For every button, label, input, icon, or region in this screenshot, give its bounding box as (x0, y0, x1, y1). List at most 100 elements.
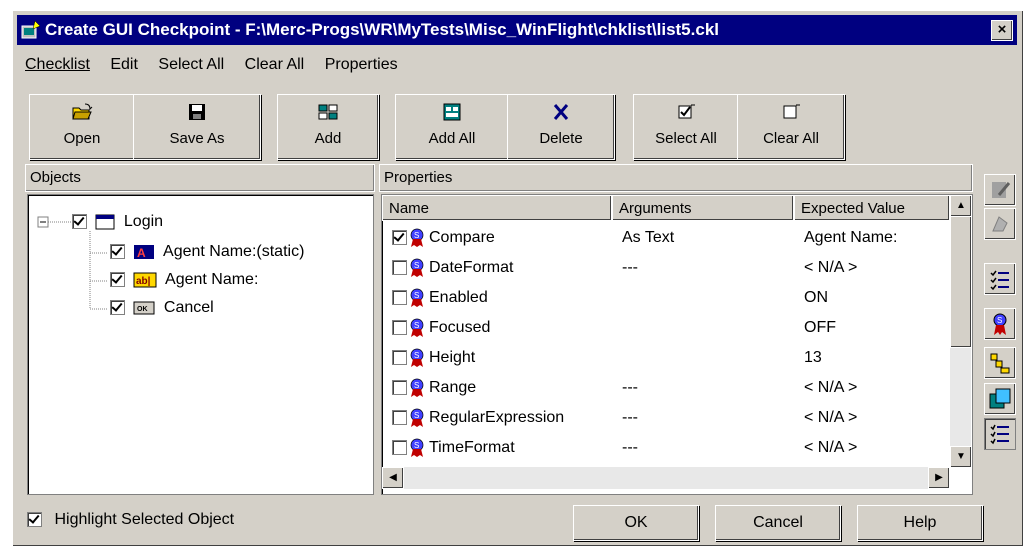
table-row[interactable]: S Enabled ON (382, 283, 950, 313)
menu-select-all[interactable]: Select All (158, 56, 224, 73)
table-row[interactable]: S RegularExpression --- < N/A > (382, 403, 950, 433)
property-icon: S (410, 438, 424, 457)
tree-node-login[interactable]: Login (72, 211, 163, 233)
unchecked-box-icon (783, 104, 800, 119)
property-checkbox[interactable] (392, 230, 407, 246)
property-arguments: --- (622, 409, 638, 426)
column-expected-value[interactable]: Expected Value (794, 195, 950, 221)
property-checkbox[interactable] (392, 290, 407, 306)
property-checkbox[interactable] (392, 410, 407, 426)
name-cell: S RegularExpression (392, 403, 614, 433)
property-name: Focused (429, 319, 491, 336)
show-standard-properties-button[interactable]: S (984, 308, 1016, 340)
floppy-disk-icon (189, 104, 205, 120)
table-row[interactable]: S Height 13 (382, 343, 950, 373)
show-user-properties-icon (989, 388, 1011, 409)
scroll-down-button[interactable]: ▼ (950, 446, 972, 468)
close-button[interactable]: × (991, 20, 1013, 41)
svg-text:OK: OK (137, 306, 148, 313)
objects-tree[interactable]: Login A Agent Name:(static) ab| Agent Na… (27, 194, 374, 495)
open-button[interactable]: Open (29, 94, 135, 160)
property-name: RegularExpression (429, 409, 565, 426)
show-nonstandard-properties-button[interactable] (984, 347, 1016, 379)
table-row[interactable]: S Compare As Text Agent Name: (382, 223, 950, 253)
add-label: Add (314, 130, 342, 147)
app-icon (21, 20, 41, 39)
show-user-properties-button[interactable] (984, 383, 1016, 415)
vertical-scroll-thumb[interactable] (950, 216, 972, 348)
push-button-icon: OK (133, 301, 155, 315)
delete-button[interactable]: Delete (507, 94, 615, 160)
table-row[interactable]: S Focused OFF (382, 313, 950, 343)
table-row[interactable]: S Range --- < N/A > (382, 373, 950, 403)
cancel-checkbox[interactable] (110, 300, 125, 316)
horizontal-scrollbar[interactable]: ◀ ▶ (382, 467, 950, 489)
agent-name-checkbox[interactable] (110, 272, 125, 288)
property-checkbox[interactable] (392, 380, 407, 396)
add-all-label: Add All (428, 130, 476, 147)
properties-table[interactable]: Name Arguments Expected Value S Compare As… (381, 194, 973, 495)
svg-text:S: S (414, 411, 419, 420)
edit-field-icon: ab| (133, 272, 157, 288)
login-label: Login (123, 213, 164, 230)
show-standard-properties-icon: S (993, 313, 1007, 335)
help-button[interactable]: Help (857, 505, 983, 541)
edit-arguments-button[interactable] (984, 208, 1016, 240)
select-all-label: Select All (655, 130, 717, 147)
vertical-scrollbar[interactable]: ▲ ▼ (950, 195, 972, 468)
show-selected-properties-button[interactable] (984, 263, 1016, 295)
tree-node-agent-name[interactable]: ab| Agent Name: (110, 269, 258, 291)
menu-clear-all[interactable]: Clear All (245, 56, 305, 73)
property-expected-value: < N/A > (804, 259, 858, 276)
create-gui-checkpoint-dialog: Create GUI Checkpoint - F:\Merc-Progs\WR… (12, 10, 1024, 547)
add-all-button[interactable]: Add All (395, 94, 509, 160)
add-all-objects-icon (443, 103, 461, 121)
tree-node-cancel[interactable]: OK Cancel (110, 297, 214, 319)
highlight-checkbox[interactable] (27, 512, 42, 528)
save-as-button[interactable]: Save As (133, 94, 261, 160)
property-icon: S (410, 378, 424, 397)
menu-checklist[interactable]: Checklist (25, 56, 90, 73)
agent-name-static-checkbox[interactable] (110, 244, 125, 260)
clear-all-button[interactable]: Clear All (737, 94, 845, 160)
property-name: DateFormat (429, 259, 514, 276)
property-name: Compare (429, 229, 495, 246)
menu-bar: Checklist Edit Select All Clear All Prop… (25, 56, 414, 80)
column-arguments[interactable]: Arguments (612, 195, 794, 221)
properties-header: Properties (379, 164, 973, 192)
property-expected-value: OFF (804, 319, 836, 336)
scroll-right-button[interactable]: ▶ (928, 467, 950, 489)
name-cell: S DateFormat (392, 253, 614, 283)
highlight-selected-object-option[interactable]: Highlight Selected Object (27, 511, 234, 529)
property-checkbox[interactable] (392, 440, 407, 456)
scroll-left-button[interactable]: ◀ (382, 467, 404, 489)
table-row[interactable]: S TimeFormat --- < N/A > (382, 433, 950, 463)
svg-text:A: A (137, 246, 146, 260)
agent-name-static-label: Agent Name:(static) (163, 243, 305, 260)
show-all-properties-button[interactable] (984, 418, 1016, 450)
property-checkbox[interactable] (392, 350, 407, 366)
table-row[interactable]: S DateFormat --- < N/A > (382, 253, 950, 283)
menu-properties[interactable]: Properties (325, 56, 398, 73)
tree-lines (37, 216, 108, 310)
property-checkbox[interactable] (392, 320, 407, 336)
column-name[interactable]: Name (382, 195, 612, 221)
scroll-up-button[interactable]: ▲ (950, 195, 972, 217)
cancel-button[interactable]: Cancel (715, 505, 841, 541)
name-cell: S Height (392, 343, 614, 373)
svg-text:S: S (414, 261, 419, 270)
svg-text:S: S (414, 231, 419, 240)
add-button[interactable]: Add (277, 94, 379, 160)
property-checkbox[interactable] (392, 260, 407, 276)
menu-edit[interactable]: Edit (110, 56, 138, 73)
name-cell: S Focused (392, 313, 614, 343)
open-label: Open (63, 130, 101, 147)
title-bar[interactable]: Create GUI Checkpoint - F:\Merc-Progs\WR… (17, 15, 1017, 45)
tree-node-agent-name-static[interactable]: A Agent Name:(static) (110, 241, 304, 263)
edit-expected-value-button[interactable] (984, 174, 1016, 206)
property-name: Range (429, 379, 477, 396)
select-all-button[interactable]: Select All (633, 94, 739, 160)
ok-button[interactable]: OK (573, 505, 699, 541)
login-checkbox[interactable] (72, 214, 87, 230)
property-expected-value: < N/A > (804, 409, 858, 426)
